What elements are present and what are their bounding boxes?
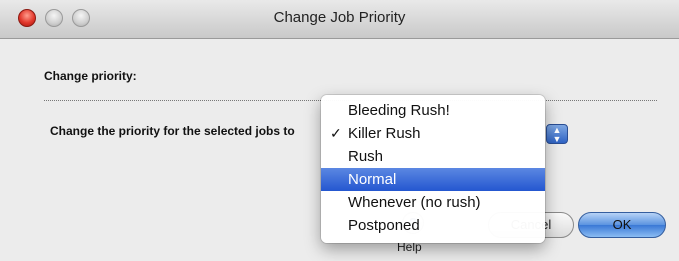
title-bar: Change Job Priority bbox=[0, 0, 679, 39]
menu-item-postponed[interactable]: Postponed bbox=[321, 214, 545, 237]
change-job-priority-window: Change Job Priority Change priority: Cha… bbox=[0, 0, 679, 261]
menu-item-killer-rush[interactable]: ✓ Killer Rush bbox=[321, 122, 545, 145]
ok-button[interactable]: OK bbox=[578, 212, 666, 238]
menu-item-label: Normal bbox=[348, 171, 397, 188]
priority-prompt-label: Change the priority for the selected job… bbox=[50, 124, 295, 138]
menu-item-label: Postponed bbox=[348, 217, 420, 234]
menu-item-label: Whenever (no rush) bbox=[348, 194, 481, 211]
priority-popup-menu: Bleeding Rush! ✓ Killer Rush Rush Normal… bbox=[321, 95, 545, 243]
menu-item-whenever[interactable]: Whenever (no rush) bbox=[321, 191, 545, 214]
window-title: Change Job Priority bbox=[273, 9, 406, 26]
menu-item-label: Rush bbox=[348, 148, 384, 165]
priority-select-stepper-icon[interactable]: ▲ ▼ bbox=[546, 124, 568, 144]
menu-item-label: Killer Rush bbox=[348, 125, 421, 142]
menu-item-bleeding-rush[interactable]: Bleeding Rush! bbox=[321, 99, 545, 122]
checkmark-icon: ✓ bbox=[330, 125, 342, 141]
menu-item-rush[interactable]: Rush bbox=[321, 145, 545, 168]
section-label: Change priority: bbox=[44, 69, 137, 83]
menu-item-label: Bleeding Rush! bbox=[348, 102, 450, 119]
menu-item-normal[interactable]: Normal bbox=[321, 168, 545, 191]
